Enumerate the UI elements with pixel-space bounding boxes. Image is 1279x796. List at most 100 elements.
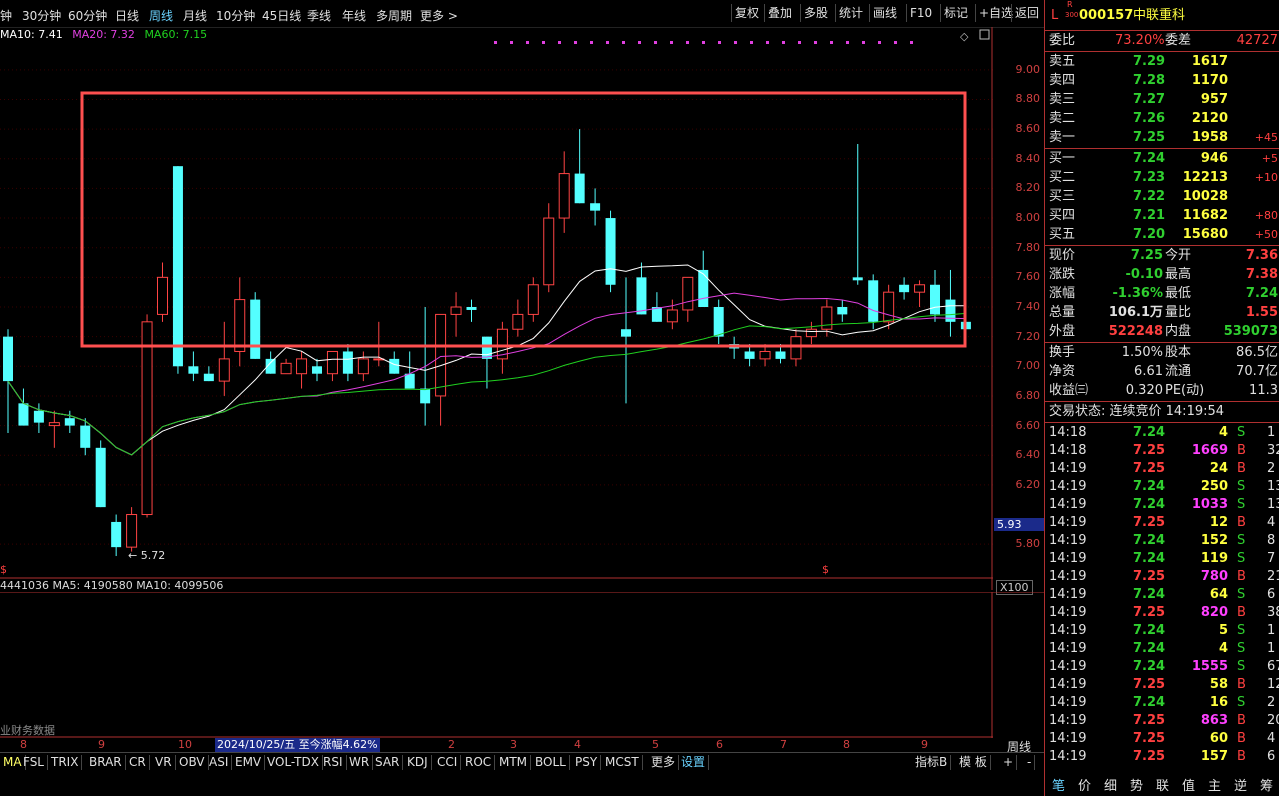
period-tab[interactable]: 多周期 [376, 7, 412, 24]
candle[interactable] [157, 262, 168, 322]
indicator-button[interactable]: MTM [496, 755, 532, 770]
candle[interactable] [435, 313, 447, 426]
candle[interactable] [590, 188, 601, 226]
period-tab[interactable]: 10分钟 [216, 7, 255, 24]
candle[interactable] [404, 351, 415, 389]
candle[interactable] [930, 269, 940, 322]
candle[interactable] [512, 299, 524, 337]
candle[interactable] [543, 203, 555, 293]
candle[interactable] [837, 299, 848, 322]
toolbar-button[interactable]: 返回 [1011, 4, 1042, 22]
quote-tab[interactable]: 价 [1078, 775, 1091, 794]
candle[interactable] [868, 274, 879, 330]
quote-tab[interactable]: 势 [1130, 775, 1143, 794]
candle[interactable] [651, 292, 662, 322]
indicator-button[interactable]: FSL [20, 755, 48, 770]
indicator-button[interactable]: ROC [462, 755, 496, 770]
candle[interactable] [357, 351, 369, 382]
indicator-button[interactable]: RSI [320, 755, 347, 770]
toolbar-button[interactable]: 画线 [869, 4, 900, 22]
candle[interactable] [326, 350, 338, 382]
quote-tab[interactable]: 值 [1182, 775, 1195, 794]
candle[interactable] [899, 277, 910, 300]
indicator-button[interactable]: EMV [232, 755, 266, 770]
candle[interactable] [312, 358, 322, 382]
indicator-button[interactable]: BRAR [86, 755, 126, 770]
candle[interactable] [666, 299, 678, 330]
indicator-tool-button[interactable]: + [1000, 755, 1018, 770]
candle[interactable] [234, 277, 246, 367]
toolbar-button[interactable]: F10 [906, 4, 935, 22]
candle[interactable] [172, 166, 183, 374]
period-tab[interactable]: 年线 [342, 7, 366, 24]
indicator-button[interactable]: OBV [176, 755, 209, 770]
quote-tab[interactable]: 主 [1208, 775, 1221, 794]
candle[interactable] [18, 388, 29, 426]
quote-tab[interactable]: 筹 [1260, 775, 1273, 794]
period-tab[interactable]: 周线 [149, 7, 173, 24]
candle[interactable] [713, 299, 724, 345]
indicator-settings-button[interactable]: 设置 [678, 755, 710, 770]
candle[interactable] [342, 344, 353, 382]
candle[interactable] [574, 129, 585, 204]
candle[interactable] [527, 277, 539, 322]
candle[interactable] [280, 358, 292, 375]
period-tab[interactable]: 钟 [0, 7, 12, 24]
indicator-button[interactable]: WR [346, 755, 374, 770]
candle[interactable] [852, 143, 863, 285]
candle[interactable] [729, 336, 740, 359]
candle[interactable] [48, 410, 60, 448]
candle[interactable] [496, 321, 508, 374]
candle[interactable] [450, 292, 462, 337]
candle[interactable] [636, 262, 647, 315]
candle[interactable] [621, 277, 631, 404]
period-tab[interactable]: 月线 [183, 7, 207, 24]
quote-tab[interactable]: 细 [1104, 775, 1117, 794]
period-tab[interactable]: 日线 [115, 7, 139, 24]
toolbar-button[interactable]: +自选 [975, 4, 1016, 22]
toolbar-button[interactable]: 统计 [835, 4, 866, 22]
candle[interactable] [250, 292, 261, 359]
candle[interactable] [558, 151, 570, 233]
indicator-tool-button[interactable]: 指标B [912, 755, 952, 770]
indicator-button[interactable]: ASI [206, 755, 233, 770]
toolbar-button[interactable]: 复权 [731, 4, 762, 22]
period-tab[interactable]: 更多 > [420, 7, 458, 24]
period-tab[interactable]: 45日线 [262, 7, 301, 24]
candle[interactable] [790, 329, 802, 367]
quote-tab[interactable]: 逆 [1234, 775, 1247, 794]
toolbar-button[interactable]: 多股 [800, 4, 831, 22]
quote-tab[interactable]: 联 [1156, 775, 1169, 794]
candle[interactable] [914, 280, 926, 307]
candle[interactable] [126, 507, 138, 552]
toolbar-button[interactable]: 标记 [940, 4, 971, 22]
period-tab[interactable]: 30分钟 [22, 7, 61, 24]
indicator-button[interactable]: BOLL [532, 755, 570, 770]
period-tab[interactable]: 季线 [307, 7, 331, 24]
candle[interactable] [188, 351, 199, 382]
indicator-button[interactable]: CCI [434, 755, 462, 770]
candle[interactable] [95, 440, 106, 508]
candle[interactable] [64, 410, 75, 433]
diamond-icon[interactable]: ◇ [960, 30, 969, 43]
indicator-button[interactable]: KDJ [404, 755, 432, 770]
candle[interactable] [373, 321, 385, 367]
candle[interactable] [605, 210, 616, 293]
candle[interactable] [883, 284, 895, 330]
candle[interactable] [33, 403, 44, 433]
candlestick-chart[interactable]: ← 5.72 ◇ $ $ [0, 27, 993, 590]
candle[interactable] [296, 351, 308, 389]
volume-panel[interactable] [0, 592, 1044, 738]
indicator-button[interactable]: VOL-TDX [264, 755, 323, 770]
candle[interactable] [466, 299, 477, 322]
candle[interactable] [218, 321, 230, 396]
indicator-button[interactable]: SAR [372, 755, 404, 770]
indicator-button[interactable]: CR [126, 755, 150, 770]
toolbar-button[interactable]: 叠加 [764, 4, 795, 22]
candle[interactable] [945, 269, 956, 337]
indicator-tool-button[interactable]: - [1024, 755, 1036, 770]
indicator-more-button[interactable]: 更多 [648, 755, 680, 770]
period-tab[interactable]: 60分钟 [68, 7, 107, 24]
indicator-button[interactable]: TRIX [48, 755, 83, 770]
candle[interactable] [203, 366, 214, 382]
